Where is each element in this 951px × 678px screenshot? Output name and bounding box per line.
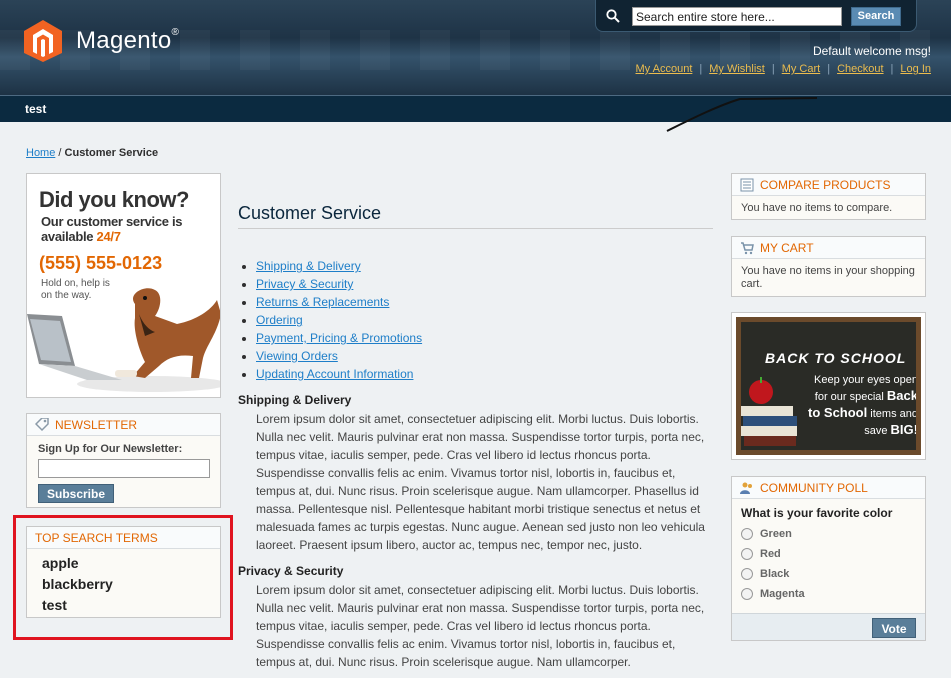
laptop-dog-image (27, 288, 220, 392)
cart-icon (741, 241, 754, 254)
users-icon (740, 482, 752, 494)
poll-question: What is your favorite color (741, 506, 893, 520)
toc-shipping-link[interactable]: Shipping & Delivery (256, 259, 361, 273)
search-input[interactable] (632, 7, 842, 26)
search-box: Search (595, 0, 917, 32)
banner-text: Keep your eyes open for our special Back… (808, 374, 918, 437)
site-header: Magento® Search Default welcome msg! My … (0, 0, 951, 95)
welcome-message: Default welcome msg! (812, 44, 931, 58)
newsletter-block: Newsletter Sign Up for Our Newsletter: S… (26, 413, 221, 508)
logo-text: Magento® (76, 27, 180, 54)
vote-button[interactable]: Vote (872, 618, 916, 638)
checkout-link[interactable]: Checkout (837, 63, 883, 75)
breadcrumb-current: Customer Service (64, 147, 159, 159)
toc-account-link[interactable]: Updating Account Information (256, 367, 413, 381)
search-icon (606, 9, 620, 23)
scribble-mark (666, 97, 818, 132)
logo[interactable]: Magento® (22, 18, 192, 64)
poll-option-red[interactable]: Red (732, 544, 925, 564)
compare-empty-text: You have no items to compare. (741, 202, 893, 214)
toc-list: Shipping & Delivery Privacy & Security R… (256, 257, 713, 383)
main-content: Customer Service Shipping & Delivery Pri… (238, 203, 713, 671)
radio-button[interactable] (741, 528, 753, 540)
subscribe-button[interactable]: Subscribe (38, 484, 114, 503)
toc-ordering-link[interactable]: Ordering (256, 313, 303, 327)
newsletter-email-input[interactable] (38, 459, 210, 478)
radio-button[interactable] (741, 568, 753, 580)
apple-books-image (741, 377, 797, 446)
poll-header: Community Poll (732, 477, 925, 499)
section-body-shipping: Lorem ipsum dolor sit amet, consectetuer… (256, 412, 705, 552)
compare-products-block: Compare Products You have no items to co… (731, 173, 926, 220)
my-wishlist-link[interactable]: My Wishlist (709, 63, 765, 75)
poll-option-black[interactable]: Black (732, 564, 925, 584)
my-cart-link[interactable]: My Cart (782, 63, 821, 75)
customer-service-promo[interactable]: Did you know? Our customer service is av… (26, 173, 221, 398)
section-heading-privacy: Privacy & Security (238, 564, 344, 578)
page-title: Customer Service (238, 203, 713, 229)
chalkboard-image: BACK TO SCHOOL Keep your eyes open for o… (736, 317, 921, 455)
toc-payment-link[interactable]: Payment, Pricing & Promotions (256, 331, 422, 345)
tag-icon (35, 417, 49, 431)
promo-title: Did you know? (39, 187, 189, 212)
toc-viewing-orders-link[interactable]: Viewing Orders (256, 349, 338, 363)
cart-empty-text: You have no items in your shopping cart. (741, 265, 915, 290)
radio-button[interactable] (741, 588, 753, 600)
magento-logo-icon (24, 20, 62, 62)
back-to-school-banner[interactable]: BACK TO SCHOOL Keep your eyes open for o… (731, 312, 926, 460)
toc-returns-link[interactable]: Returns & Replacements (256, 295, 389, 309)
toc-privacy-link[interactable]: Privacy & Security (256, 277, 353, 291)
banner-title: BACK TO SCHOOL (765, 350, 907, 366)
poll-option-green[interactable]: Green (732, 524, 925, 544)
my-account-link[interactable]: My Account (636, 63, 693, 75)
promo-phone: (555) 555-0123 (39, 253, 163, 273)
poll-option-magenta[interactable]: Magenta (732, 584, 925, 604)
cart-header: My Cart (732, 237, 925, 259)
breadcrumb-home[interactable]: Home (26, 147, 55, 159)
login-link[interactable]: Log In (900, 63, 931, 75)
compare-header: Compare Products (732, 174, 925, 196)
highlight-box (13, 515, 233, 640)
community-poll-block: Community Poll What is your favorite col… (731, 476, 926, 641)
newsletter-header: Newsletter (27, 414, 220, 436)
promo-text: Our customer service is available 24/7 (41, 214, 183, 244)
list-icon (740, 178, 754, 191)
search-button[interactable]: Search (851, 7, 901, 26)
breadcrumb: Home / Customer Service (26, 147, 159, 159)
radio-button[interactable] (741, 548, 753, 560)
poll-footer: Vote (732, 613, 925, 640)
top-links: My Account | My Wishlist | My Cart | Checko… (635, 63, 931, 75)
section-body-privacy: Lorem ipsum dolor sit amet, consectetuer… (256, 583, 705, 669)
newsletter-label: Sign Up for Our Newsletter: (38, 443, 183, 455)
section-heading-shipping: Shipping & Delivery (238, 393, 352, 407)
nav-item-test[interactable]: test (25, 102, 46, 116)
my-cart-block: My Cart You have no items in your shoppi… (731, 236, 926, 297)
